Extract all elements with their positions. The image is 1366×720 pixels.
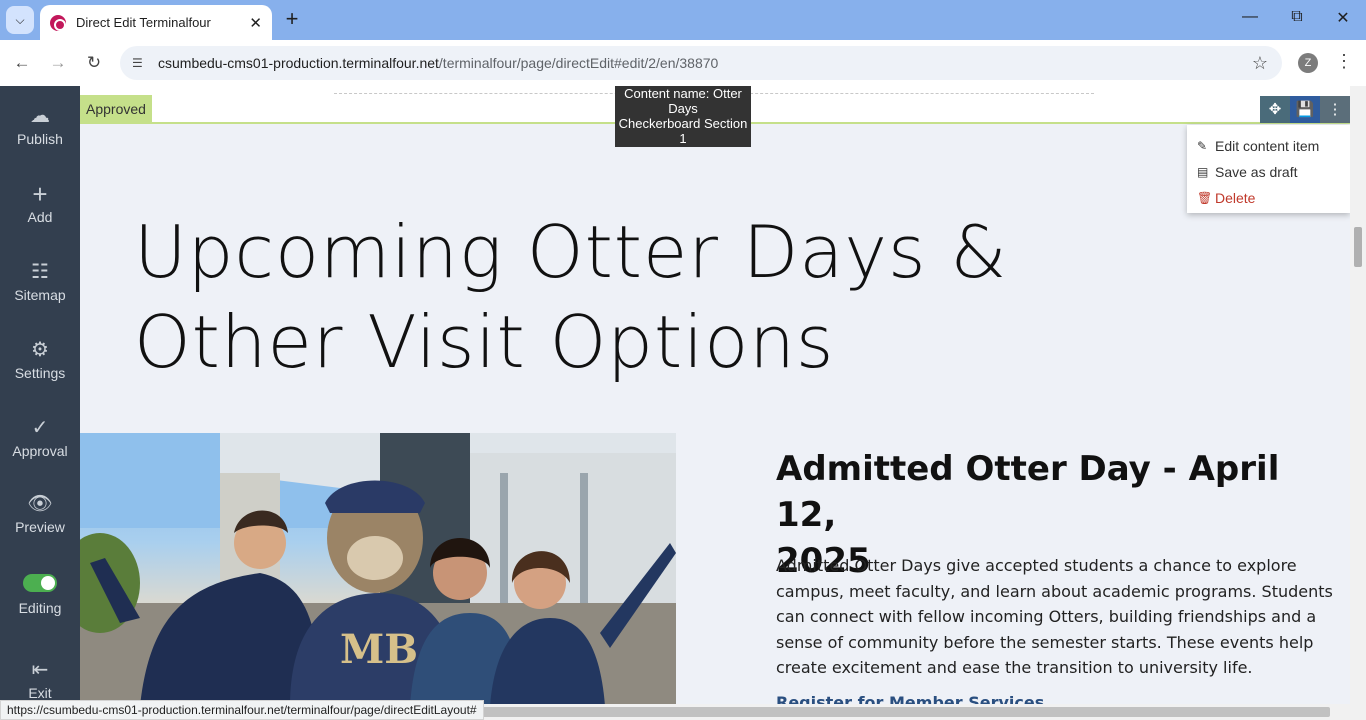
sidebar-item-settings[interactable]: ⚙ Settings [0, 338, 80, 381]
sidebar-item-label: Approval [12, 443, 68, 459]
content-name-label: Content name: Otter Days Checkerboard Se… [615, 86, 751, 147]
browser-tab[interactable]: Direct Edit Terminalfour ✕ [40, 5, 272, 40]
reload-button[interactable]: ↻ [82, 51, 106, 75]
tab-close-icon[interactable]: ✕ [249, 14, 262, 32]
menu-item-label: Delete [1215, 190, 1256, 206]
svg-text:MB: MB [340, 626, 418, 673]
vertical-scrollbar[interactable] [1350, 86, 1366, 706]
browser-toolbar: ← → ↻ ☰ csumbedu-cms01-production.termin… [0, 40, 1366, 86]
plus-icon: + [32, 179, 48, 209]
content-name-line1: Content name: Otter Days [624, 86, 742, 116]
gear-icon: ⚙ [31, 339, 49, 361]
restore-icon[interactable]: ⧉ [1285, 8, 1309, 26]
more-options-icon[interactable]: ⋮ [1320, 96, 1350, 123]
menu-item-edit-content[interactable]: ✎ Edit content item [1187, 133, 1350, 159]
eye-icon: 👁 [27, 493, 53, 515]
address-bar[interactable]: ☰ csumbedu-cms01-production.terminalfour… [120, 46, 1282, 80]
edit-icon: ✎ [1197, 139, 1208, 153]
save-icon[interactable]: 💾 [1290, 96, 1320, 123]
sidebar-item-label: Exit [28, 685, 52, 701]
forward-button[interactable]: → [46, 51, 70, 75]
back-button[interactable]: ← [10, 51, 34, 75]
sidebar-item-label: Editing [18, 600, 62, 616]
exit-icon: ⇤ [31, 659, 49, 681]
section-body: Admitted Otter Days give accepted studen… [776, 556, 1333, 677]
approval-status-badge: Approved [80, 95, 152, 123]
profile-avatar[interactable]: Z [1298, 53, 1318, 73]
status-bar-url: https://csumbedu-cms01-production.termin… [0, 700, 484, 720]
editing-toggle[interactable] [23, 574, 57, 592]
cloud-upload-icon: ☁ [30, 105, 50, 127]
check-icon: ✓ [31, 417, 49, 439]
sidebar-item-publish[interactable]: ☁ Publish [0, 104, 80, 147]
trash-icon: 🗑 [1197, 191, 1213, 205]
tab-search-button[interactable]: ⌵ [6, 6, 34, 34]
content-name-line2: Checkerboard Section 1 [618, 116, 748, 146]
browser-tab-bar: ⌵ Direct Edit Terminalfour ✕ + — ⧉ ✕ [0, 0, 1366, 40]
cms-sidebar: ☁ Publish + Add ☷ Sitemap ⚙ Settings ✓ A… [0, 86, 80, 720]
bookmark-star-icon[interactable]: ☆ [1252, 53, 1268, 74]
move-icon[interactable]: ✥ [1260, 96, 1290, 123]
terminalfour-favicon-icon [50, 14, 66, 31]
page-content: Approved Content name: Otter Days Checke… [80, 86, 1350, 706]
window-close-icon[interactable]: ✕ [1331, 8, 1355, 28]
page-title: Upcoming Otter Days & Other Visit Option… [134, 207, 1034, 387]
content-options-menu: ✎ Edit content item ▤ Save as draft 🗑 De… [1187, 125, 1350, 213]
url-host: csumbedu-cms01-production.terminalfour.n… [158, 55, 439, 71]
section-heading-line1: Admitted Otter Day - April 12, [776, 449, 1280, 535]
vertical-scroll-thumb[interactable] [1354, 227, 1362, 267]
sidebar-item-label: Add [27, 209, 53, 225]
menu-item-delete[interactable]: 🗑 Delete [1187, 185, 1350, 211]
menu-item-save-draft[interactable]: ▤ Save as draft [1187, 159, 1350, 185]
url-path: /terminalfour/page/directEdit#edit/2/en/… [438, 55, 719, 71]
draft-icon: ▤ [1197, 165, 1209, 179]
sidebar-item-sitemap[interactable]: ☷ Sitemap [0, 260, 80, 303]
page-title-line2: Other Visit Options [134, 300, 835, 384]
tab-title: Direct Edit Terminalfour [76, 15, 211, 30]
sidebar-item-preview[interactable]: 👁 Preview [0, 492, 80, 535]
otter-day-photo: MB [80, 433, 676, 706]
sidebar-item-approval[interactable]: ✓ Approval [0, 416, 80, 459]
browser-menu-icon[interactable]: ⋮ [1334, 51, 1354, 72]
sidebar-item-label: Preview [15, 519, 65, 535]
students-with-mascot-image: MB [80, 433, 676, 706]
page-title-line1: Upcoming Otter Days & [134, 210, 1008, 294]
sitemap-icon: ☷ [31, 261, 49, 283]
sidebar-item-label: Settings [14, 365, 66, 381]
content-edit-bar: Approved Content name: Otter Days Checke… [80, 86, 1350, 147]
new-tab-button[interactable]: + [280, 8, 304, 32]
sidebar-item-label: Publish [17, 131, 63, 147]
minimize-icon[interactable]: — [1238, 8, 1262, 26]
sidebar-item-label: Sitemap [14, 287, 66, 303]
sidebar-item-exit[interactable]: ⇤ Exit [0, 658, 80, 701]
sidebar-item-editing[interactable]: Editing [0, 574, 80, 616]
menu-item-label: Save as draft [1215, 164, 1298, 180]
site-info-icon[interactable]: ☰ [132, 56, 148, 70]
sidebar-item-add[interactable]: + Add [0, 179, 80, 225]
menu-item-label: Edit content item [1215, 138, 1320, 154]
